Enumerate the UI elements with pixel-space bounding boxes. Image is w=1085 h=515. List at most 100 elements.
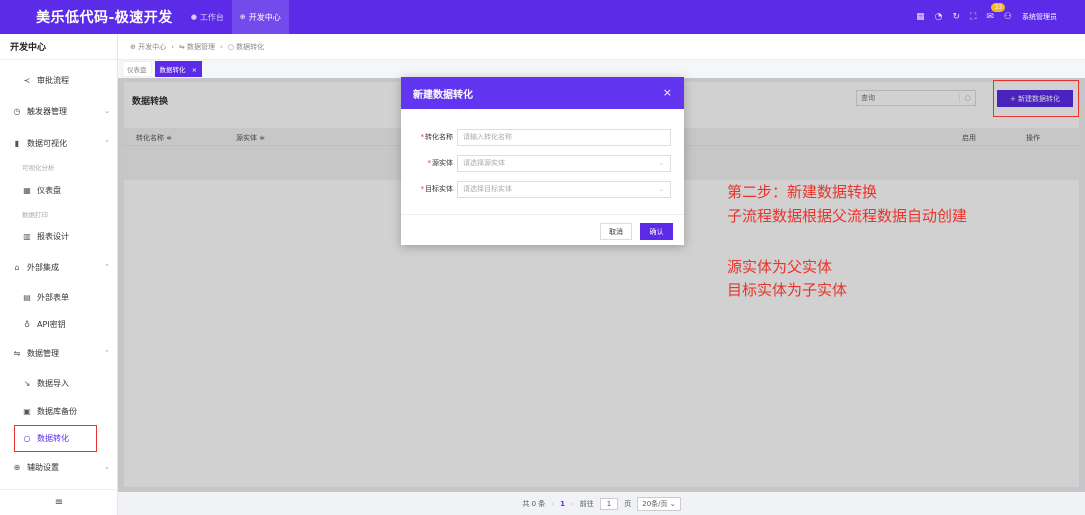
refresh-icon[interactable]: ↻ (953, 12, 961, 22)
grid-icon[interactable]: ▦ (916, 12, 925, 22)
sidebar-item-label: 数据管理 (27, 348, 59, 358)
sidebar-item-audit[interactable]: ≺ 审批流程 (0, 72, 118, 88)
top-nav: ● 工作台 ⊕ 开发中心 (183, 0, 289, 34)
dialog-footer: 取消 确认 (401, 214, 684, 245)
nav-workbench[interactable]: ● 工作台 (183, 0, 232, 34)
house-icon: ⌂ (14, 262, 20, 272)
pager-page-unit: 页 (624, 499, 632, 508)
annotation-auto-create: 子流程数据根据父流程数据自动创建 (727, 207, 968, 225)
sidebar-title: 开发中心 (0, 34, 117, 60)
pager-size-value: 20条/页 (642, 499, 668, 508)
sidebar-item-label: 数据导入 (37, 378, 69, 388)
notification-icon[interactable]: ✉ 33 (986, 3, 1006, 22)
nav-dev-center-label: 开发中心 (248, 12, 281, 22)
sidebar-item-label: 审批流程 (37, 75, 69, 85)
tab-label: 数据转化 (159, 66, 186, 74)
sidebar-item-label: 报表设计 (37, 231, 69, 241)
sidebar-item-label: 数据库备份 (37, 406, 77, 416)
sidebar-item-aux[interactable]: ⊕ 辅助设置 ⌄ (0, 459, 118, 475)
chevron-up-icon: ⌃ (104, 139, 110, 147)
pager-next-button[interactable]: › (571, 500, 574, 508)
form-row-name: *转化名称 请输入转化名称 (401, 128, 684, 146)
sidebar-item-ext-form[interactable]: ▤ 外部表单 (0, 289, 118, 305)
pager-goto-label: 前往 (579, 499, 594, 508)
username[interactable]: 系统管理员 (1022, 12, 1057, 22)
sidebar-item-external[interactable]: ⌂ 外部集成 ⌃ (0, 259, 118, 275)
sidebar-item-label: 外部集成 (27, 262, 59, 272)
pagination: 共 0 条 ‹ 1 › 前往 1 页 20条/页 ⌄ (118, 492, 1085, 515)
sidebar-item-api-key[interactable]: ♁ API密钥 (0, 316, 118, 332)
breadcrumb-dev-center[interactable]: ⊕ 开发中心 (130, 42, 166, 52)
group-data-print: 数据打印 (22, 211, 48, 219)
key-icon: ♁ (24, 319, 30, 329)
sidebar-item-trigger[interactable]: ◷ 触发器管理 ⌄ (0, 103, 118, 119)
target-entity-select[interactable]: 请选择目标实体 ⌄ (457, 180, 671, 198)
top-bar: 美乐低代码-极速开发 ● 工作台 ⊕ 开发中心 ▦ ◔ ↻ ⛶ ✉ 33 ⚇ 系统… (0, 0, 1085, 34)
page-tabs: 仪表盘 数据转化 × (118, 60, 1085, 78)
annotation-source-entity: 源实体为父实体 (727, 258, 833, 276)
tab-dashboard[interactable]: 仪表盘 (122, 61, 152, 77)
sidebar: 开发中心 ≺ 审批流程 ◷ 触发器管理 ⌄ ▮ 数据可视化 ⌃ 可视化分析 ▦ … (0, 34, 118, 515)
breadcrumb-data-mgmt[interactable]: ⇋ 数据管理 (179, 42, 215, 52)
pager-total: 共 0 条 (522, 499, 546, 508)
nav-dev-center[interactable]: ⊕ 开发中心 (231, 0, 289, 34)
chevron-up-icon: ⌃ (104, 263, 110, 271)
source-entity-select[interactable]: 请选择源实体 ⌄ (457, 154, 671, 172)
sidebar-item-label: 外部表单 (37, 292, 69, 302)
sidebar-item-data-mgmt[interactable]: ⇋ 数据管理 ⌃ (0, 345, 118, 361)
chevron-down-icon: ⌄ (658, 185, 664, 193)
confirm-button[interactable]: 确认 (640, 223, 673, 240)
field-label: *目标实体 (420, 185, 454, 193)
pager-current-page[interactable]: 1 (560, 500, 565, 508)
sidebar-item-report[interactable]: ▥ 报表设计 (0, 228, 118, 244)
pager-goto-input[interactable]: 1 (599, 497, 619, 510)
sidebar-item-label: 触发器管理 (27, 106, 67, 116)
form-row-source: *源实体 请选择源实体 ⌄ (401, 154, 684, 172)
swap-icon: ⇋ (13, 348, 21, 358)
nav-workbench-label: 工作台 (199, 12, 224, 22)
fullscreen-icon[interactable]: ⛶ (970, 12, 976, 22)
sidebar-collapse-button[interactable]: ≡ (0, 489, 118, 515)
top-actions: ▦ ◔ ↻ ⛶ ✉ 33 ⚇ 系统管理员 (916, 3, 1057, 22)
field-label: *源实体 (427, 159, 454, 167)
chevron-down-icon: ⌄ (104, 107, 110, 115)
convert-name-input[interactable]: 请输入转化名称 (457, 128, 671, 146)
globe-icon: ⊕ (239, 13, 246, 21)
notification-badge: 33 (991, 3, 1006, 12)
close-icon[interactable]: × (192, 66, 197, 74)
import-icon: ↘ (23, 378, 31, 388)
highlight-box-new-button (993, 80, 1079, 117)
group-visual-analysis: 可视化分析 (22, 164, 55, 172)
annotation-step: 第二步：新建数据转换 (727, 183, 878, 201)
sidebar-item-dashboard[interactable]: ▦ 仪表盘 (0, 182, 118, 198)
dialog-header: 新建数据转化 × (401, 77, 684, 109)
pager-size-select[interactable]: 20条/页 ⌄ (637, 496, 681, 511)
menu-icon: ≡ (54, 497, 64, 508)
chevron-up-icon: ⌃ (104, 349, 110, 357)
theme-icon[interactable]: ◔ (935, 12, 943, 22)
annotation-target-entity: 目标实体为子实体 (727, 281, 848, 299)
sidebar-item-data-import[interactable]: ↘ 数据导入 (0, 375, 118, 391)
sidebar-item-label: 仪表盘 (37, 185, 61, 195)
breadcrumb: ⊕ 开发中心 › ⇋ 数据管理 › ○ 数据转化 (118, 34, 1085, 60)
sidebar-item-db-backup[interactable]: ▣ 数据库备份 (0, 403, 118, 419)
sidebar-item-visual[interactable]: ▮ 数据可视化 ⌃ (0, 135, 118, 151)
tab-data-convert[interactable]: 数据转化 × (154, 61, 203, 77)
grid-icon: ▦ (23, 185, 31, 195)
settings-icon: ⊕ (13, 462, 21, 472)
form-row-target: *目标实体 请选择目标实体 ⌄ (401, 180, 684, 198)
breadcrumb-separator: › (220, 42, 223, 51)
share-icon: ≺ (23, 75, 31, 85)
highlight-box-sidebar (14, 425, 97, 452)
bar-chart-icon: ▮ (14, 138, 20, 148)
save-icon: ▣ (23, 406, 31, 416)
sidebar-item-label: API密钥 (37, 319, 66, 329)
close-icon[interactable]: × (663, 86, 672, 99)
pager-prev-button[interactable]: ‹ (551, 500, 554, 508)
field-label: *转化名称 (420, 133, 454, 141)
form-icon: ▤ (23, 292, 31, 302)
cancel-button[interactable]: 取消 (600, 223, 632, 240)
user-icon[interactable]: ⚇ (1004, 12, 1012, 22)
chevron-down-icon: ⌄ (104, 463, 110, 471)
brand-title: 美乐低代码-极速开发 (36, 10, 173, 26)
